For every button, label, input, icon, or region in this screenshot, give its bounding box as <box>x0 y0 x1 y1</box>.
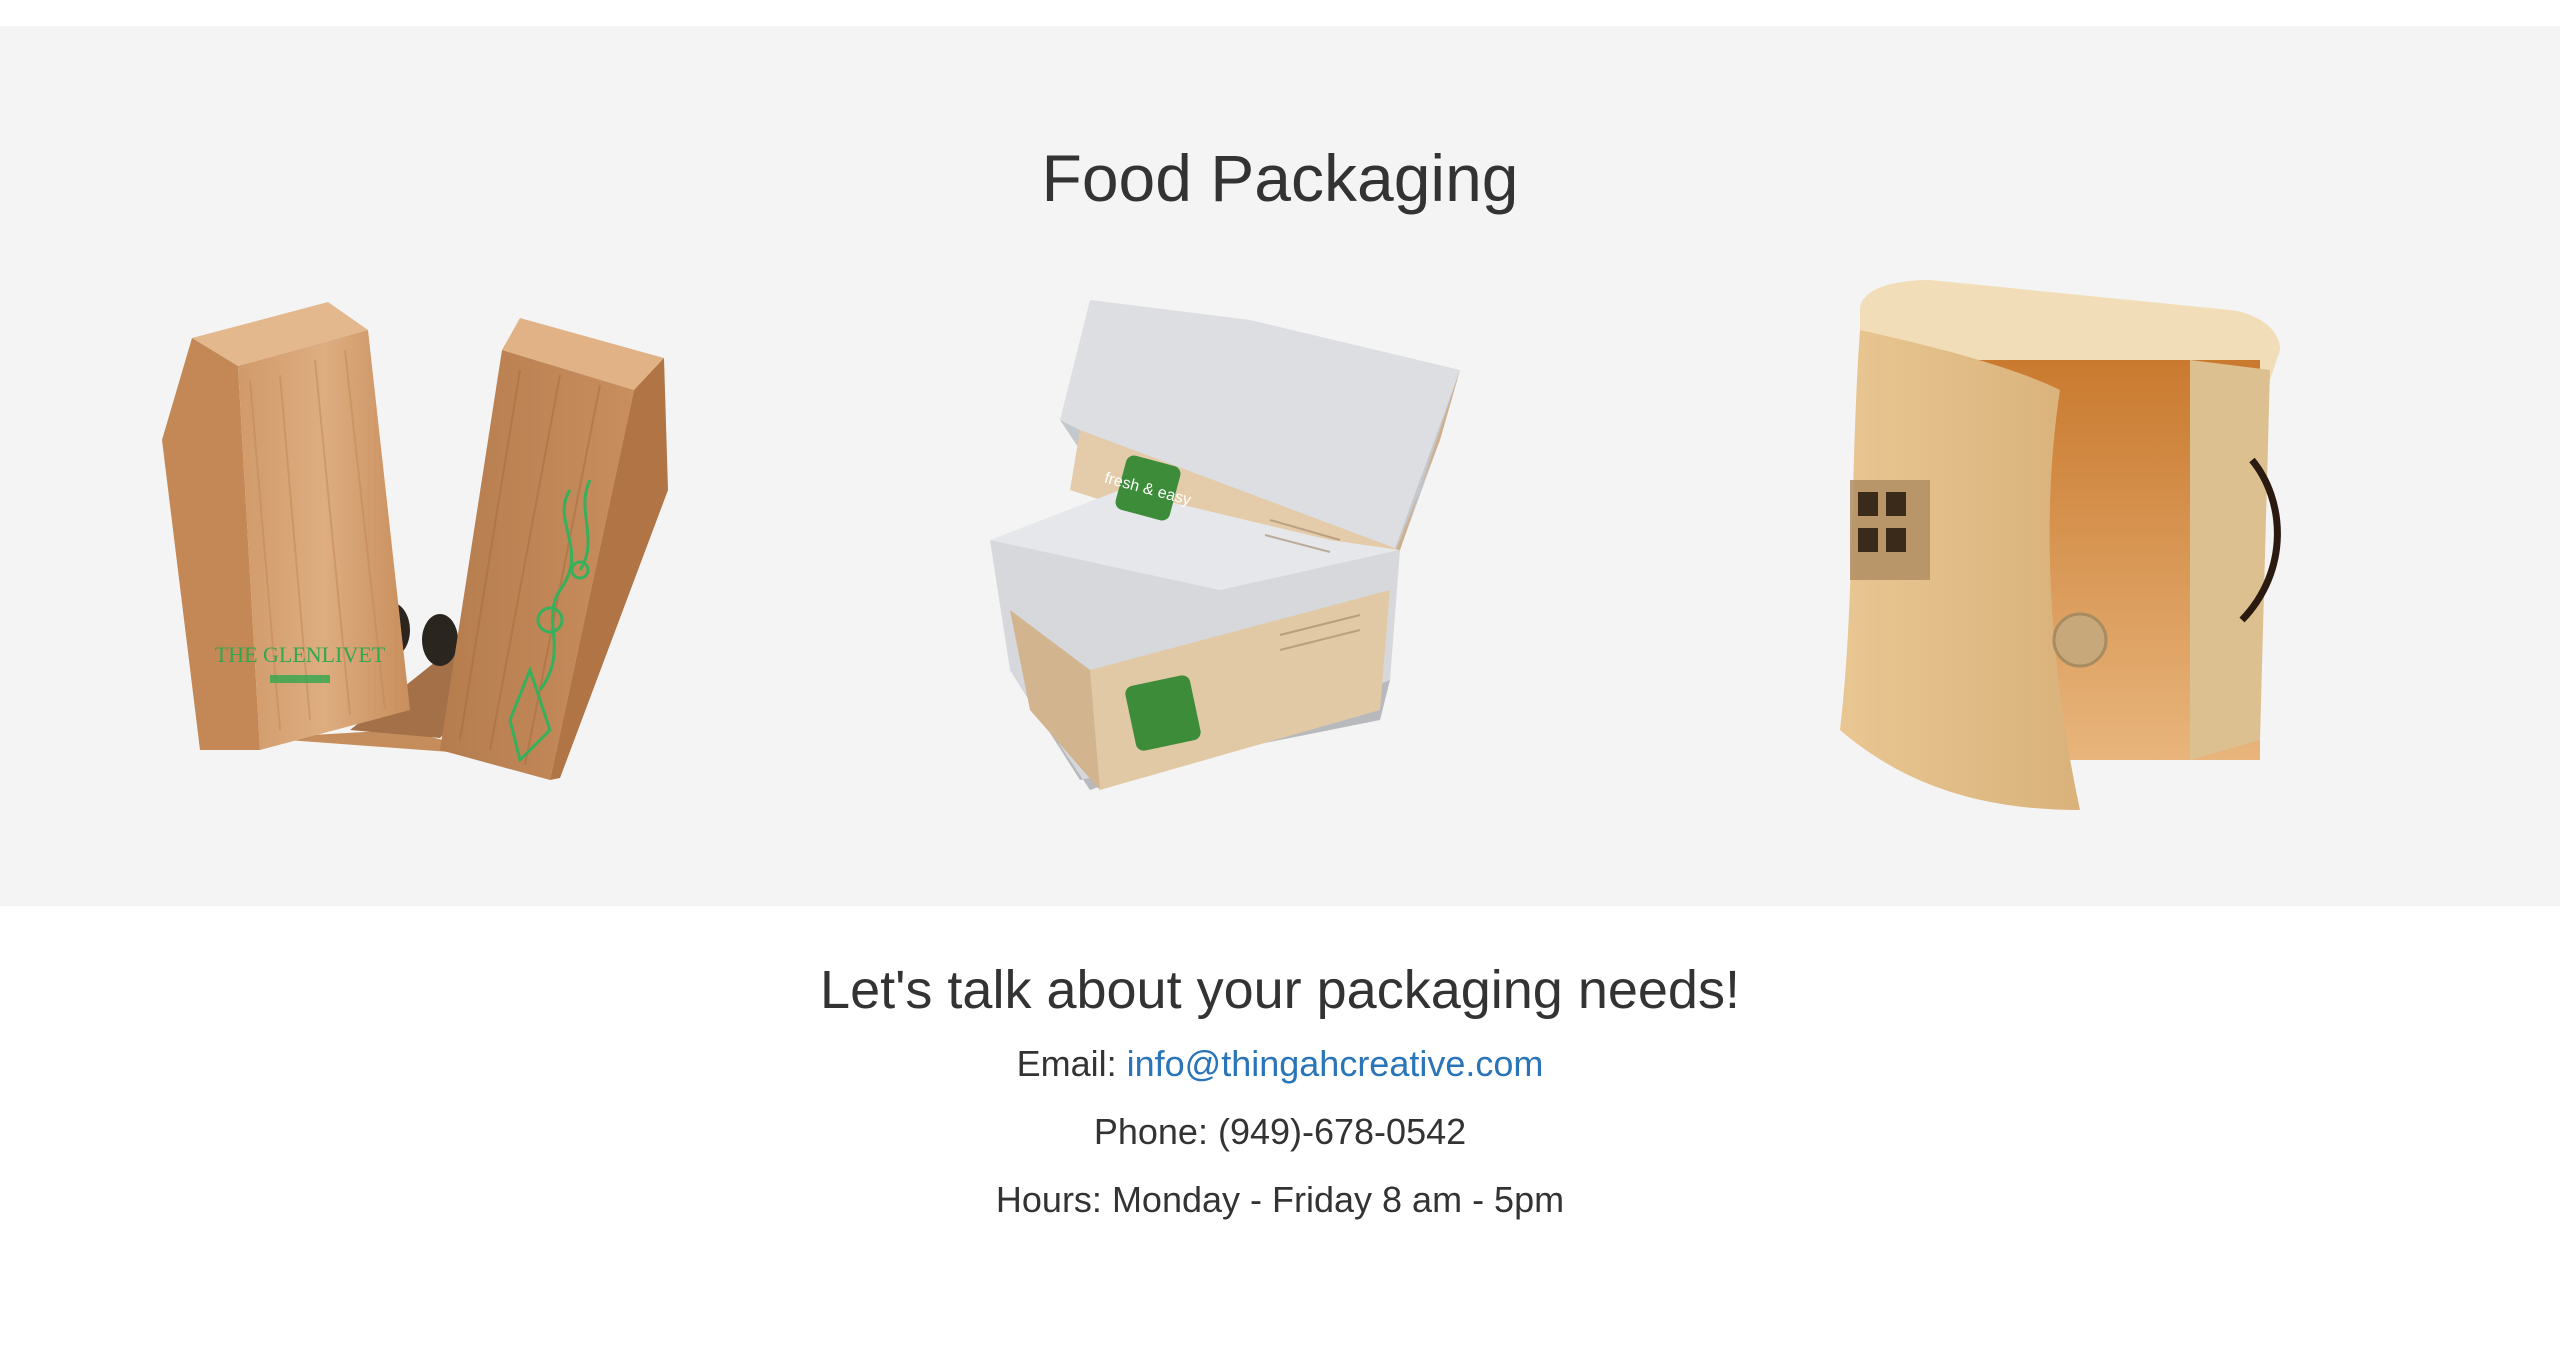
email-link[interactable]: info@thingahcreative.com <box>1127 1043 1544 1084</box>
hours-line: Hours: Monday - Friday 8 am - 5pm <box>995 1179 1565 1220</box>
email-label: Email: <box>1016 1043 1127 1084</box>
contact-heading: Let's talk about your packaging needs! <box>820 960 1740 1020</box>
product-image-food-trays[interactable]: fresh & easy <box>980 290 1500 800</box>
contact-section: Let's talk about your packaging needs! E… <box>0 950 2560 1234</box>
product-image-wooden-box[interactable] <box>1830 270 2290 820</box>
whisky-brand-text: THE GLENLIVET <box>215 642 386 667</box>
wooden-box-image <box>1840 280 2281 810</box>
glenlivet-box-image: THE GLENLIVET <box>162 302 668 780</box>
email-line: Email: info@thingahcreative.com <box>0 1030 2560 1098</box>
product-image-whisky-box[interactable]: THE GLENLIVET <box>150 290 670 790</box>
phone-line: Phone: (949)-678-0542 <box>1093 1111 1467 1152</box>
gallery-title: Food Packaging <box>1041 141 1519 215</box>
food-tray-image: fresh & easy <box>990 300 1460 790</box>
